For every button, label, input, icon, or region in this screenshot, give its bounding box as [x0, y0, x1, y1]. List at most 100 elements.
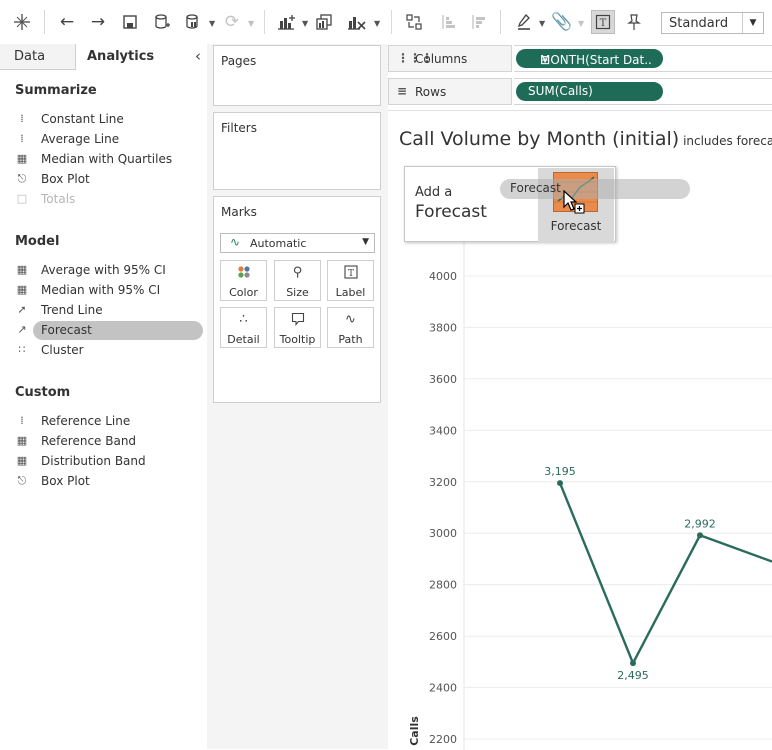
- analytics-item-trend-line[interactable]: ➚ Trend Line: [15, 301, 203, 321]
- chevron-down-icon: ▼: [362, 237, 369, 247]
- columns-pill-label: MONTH(Start Dat..: [540, 53, 652, 67]
- analytics-item-box-plot[interactable]: ⎋ Box Plot: [15, 170, 203, 190]
- section-title-model: Model: [15, 234, 60, 249]
- analytics-item-median-quartiles[interactable]: ▦ Median with Quartiles: [15, 150, 203, 170]
- analytics-item-distribution-band[interactable]: ▦ Distribution Band: [15, 452, 203, 472]
- tab-analytics[interactable]: Analytics ‹: [76, 44, 207, 70]
- median-ci-icon: ▦: [16, 283, 28, 296]
- refresh-icon[interactable]: ⟳: [220, 10, 244, 34]
- analytics-item-label: Box Plot: [41, 172, 90, 186]
- y-tick-label: 3800: [429, 321, 457, 334]
- fix-axes-icon[interactable]: [622, 10, 646, 34]
- rows-shelf[interactable]: SUM(Calls): [514, 78, 772, 105]
- shelves: ⋮⋮⋮ Columns ⊞ MONTH(Start Dat.. ≡ Rows S…: [388, 44, 772, 110]
- drop-target-line1: Add a: [415, 185, 453, 200]
- pause-updates-icon[interactable]: [181, 10, 205, 34]
- undo-icon[interactable]: ←: [55, 10, 79, 34]
- analytics-item-label: Reference Line: [41, 414, 131, 428]
- columns-pill[interactable]: ⊞ MONTH(Start Dat..: [516, 49, 663, 68]
- color-icon: [221, 265, 266, 283]
- size-icon: ⚲: [292, 265, 303, 280]
- sort-ascending-icon[interactable]: [436, 10, 460, 34]
- tab-data-label: Data: [14, 49, 46, 64]
- new-datasource-icon[interactable]: [150, 10, 174, 34]
- median-quartiles-icon: ▦: [16, 152, 28, 165]
- duplicate-sheet-icon[interactable]: [312, 10, 336, 34]
- analytics-item-reference-band[interactable]: ▦ Reference Band: [15, 432, 203, 452]
- box-plot-icon: ⎋: [17, 474, 27, 487]
- rows-label: Rows: [415, 85, 447, 99]
- tab-data[interactable]: Data: [0, 44, 76, 70]
- marks-size-button[interactable]: ⚲ Size: [274, 260, 321, 301]
- marks-tooltip-label: Tooltip: [279, 333, 316, 346]
- analytics-item-constant-line[interactable]: ⁞ Constant Line: [15, 110, 203, 130]
- rows-pill[interactable]: SUM(Calls): [516, 82, 663, 101]
- marks-detail-button[interactable]: ∴ Detail: [220, 307, 267, 348]
- columns-shelf[interactable]: ⊞ MONTH(Start Dat..: [514, 45, 772, 72]
- y-tick-label: 2400: [429, 682, 457, 695]
- dragged-forecast-pill[interactable]: Forecast: [500, 179, 690, 199]
- analytics-item-label: Trend Line: [41, 303, 103, 317]
- y-tick-label: 3200: [429, 476, 457, 489]
- analytics-item-median-ci[interactable]: ▦ Median with 95% CI: [15, 281, 203, 301]
- analytics-item-average-line[interactable]: ⁞ Average Line: [15, 130, 203, 150]
- line-mark-icon: ∿: [230, 235, 241, 249]
- rows-shelf-label: ≡ Rows: [388, 78, 512, 105]
- marks-color-label: Color: [229, 286, 258, 299]
- mark-type-value: Automatic: [250, 237, 307, 250]
- y-tick-label: 2800: [429, 579, 457, 592]
- marks-path-label: Path: [338, 333, 363, 346]
- dragged-pill-label: Forecast: [510, 181, 561, 195]
- marks-card: Marks ∿ Automatic ▼ Color ⚲ Size T Label…: [213, 196, 381, 403]
- analytics-item-label: Average with 95% CI: [41, 263, 166, 277]
- analytics-item-box-plot-custom[interactable]: ⎋ Box Plot: [15, 472, 203, 492]
- analytics-item-label: Totals: [41, 192, 76, 206]
- y-tick-label: 2600: [429, 630, 457, 643]
- clear-sheet-icon[interactable]: [344, 10, 368, 34]
- data-label: 2,992: [684, 517, 716, 530]
- analytics-item-average-ci[interactable]: ▦ Average with 95% CI: [15, 261, 203, 281]
- path-icon: ∿: [345, 312, 356, 327]
- marks-label-button[interactable]: T Label: [327, 260, 374, 301]
- mark-type-select[interactable]: ∿ Automatic ▼: [220, 233, 375, 253]
- y-tick-label: 3000: [429, 527, 457, 540]
- filters-card[interactable]: Filters: [213, 112, 381, 190]
- analytics-item-label: Cluster: [41, 343, 84, 357]
- new-worksheet-icon[interactable]: [274, 10, 298, 34]
- marks-color-button[interactable]: Color: [220, 260, 267, 301]
- marks-size-label: Size: [286, 286, 309, 299]
- forecast-icon: ↗: [17, 323, 27, 336]
- y-tick-label: 2200: [429, 733, 457, 746]
- tableau-icon[interactable]: [10, 10, 34, 34]
- pages-card-title: Pages: [221, 54, 257, 68]
- analytics-item-label: Distribution Band: [41, 454, 146, 468]
- group-members-icon[interactable]: 📎: [550, 10, 574, 34]
- save-icon[interactable]: [118, 10, 142, 34]
- analytics-item-reference-line[interactable]: ⁞ Reference Line: [15, 412, 203, 432]
- svg-text:T: T: [347, 269, 353, 279]
- marks-path-button[interactable]: ∿ Path: [327, 307, 374, 348]
- swap-rows-columns-icon[interactable]: [402, 10, 426, 34]
- marks-tooltip-button[interactable]: Tooltip: [274, 307, 321, 348]
- sort-descending-icon[interactable]: [466, 10, 490, 34]
- analytics-item-forecast[interactable]: ↗ Forecast: [15, 321, 203, 341]
- drop-target-line2: Forecast: [415, 202, 487, 222]
- show-mark-labels-icon[interactable]: T: [591, 10, 615, 34]
- data-label: 3,195: [544, 465, 576, 478]
- y-axis-title: Calls: [408, 716, 421, 746]
- marks-label-label: Label: [335, 286, 366, 299]
- highlight-icon[interactable]: [512, 10, 536, 34]
- distribution-band-icon: ▦: [16, 454, 28, 467]
- marks-card-title: Marks: [221, 205, 257, 219]
- redo-icon[interactable]: →: [86, 10, 110, 34]
- collapse-pane-icon[interactable]: ‹: [195, 47, 201, 65]
- constant-line-icon: ⁞: [20, 112, 24, 125]
- view-size-select[interactable]: Standard ▼: [661, 12, 764, 34]
- marks-detail-label: Detail: [227, 333, 260, 346]
- cards-pane: Pages Filters Marks ∿ Automatic ▼ Color …: [207, 44, 389, 749]
- analytics-item-cluster[interactable]: ∷ Cluster: [15, 341, 203, 361]
- data-point: [630, 660, 636, 667]
- pages-card[interactable]: Pages: [213, 45, 381, 106]
- view-size-value: Standard: [669, 16, 729, 31]
- tab-analytics-label: Analytics: [87, 49, 155, 64]
